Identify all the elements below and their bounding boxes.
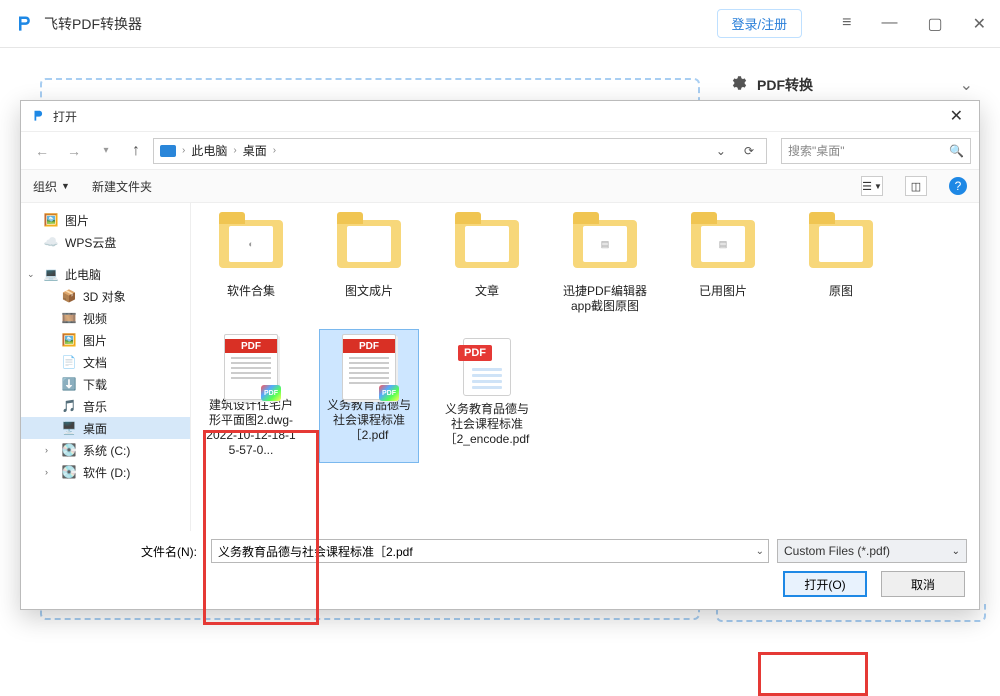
right-panel-header[interactable]: PDF转换 ⌄ bbox=[716, 65, 986, 105]
tree-drive-d[interactable]: ›💽软件 (D:) bbox=[21, 461, 190, 483]
drive-icon: 💽 bbox=[61, 443, 77, 457]
dropdown-icon[interactable]: ⌄ bbox=[952, 546, 960, 557]
image-icon: 🖼️ bbox=[43, 213, 59, 227]
pc-icon bbox=[160, 145, 176, 157]
folder-item[interactable]: 图文成片 bbox=[319, 207, 419, 319]
right-panel-title: PDF转换 bbox=[757, 75, 950, 95]
folder-item[interactable]: 原图 bbox=[791, 207, 891, 319]
dialog-app-icon bbox=[31, 108, 47, 124]
tree-wps[interactable]: ☁️WPS云盘 bbox=[21, 231, 190, 253]
app-title: 飞转PDF转换器 bbox=[44, 14, 142, 34]
dropdown-icon[interactable]: ⌄ bbox=[756, 546, 764, 557]
filename-input[interactable]: 义务教育品德与社会课程标准［2.pdf ⌄ bbox=[211, 539, 769, 563]
nav-back-icon[interactable]: ← bbox=[29, 138, 55, 164]
dialog-nav: ← → ▾ ↑ › 此电脑 › 桌面 › ⌄ ⟳ 搜索"桌面" 🔍 bbox=[21, 131, 979, 169]
address-bar[interactable]: › 此电脑 › 桌面 › ⌄ ⟳ bbox=[153, 138, 767, 164]
view-mode-button[interactable]: ☰▼ bbox=[861, 176, 883, 196]
cube-icon: 📦 bbox=[61, 289, 77, 303]
dialog-footer: 文件名(N): 义务教育品德与社会课程标准［2.pdf ⌄ Custom Fil… bbox=[21, 531, 979, 609]
login-button[interactable]: 登录/注册 bbox=[717, 9, 803, 38]
cloud-icon: ☁️ bbox=[43, 235, 59, 249]
file-item-pdf[interactable]: PDF 义务教育品德与社会课程标准［2_encode.pdf bbox=[437, 329, 537, 463]
folder-item[interactable]: ▤迅捷PDF编辑器app截图原图 bbox=[555, 207, 655, 319]
tree-3d-objects[interactable]: 📦3D 对象 bbox=[21, 285, 190, 307]
maximize-icon[interactable]: ▢ bbox=[927, 14, 942, 34]
pc-icon: 💻 bbox=[43, 267, 59, 281]
preview-pane-button[interactable]: ◫ bbox=[905, 176, 927, 196]
dialog-titlebar: 打开 ✕ bbox=[21, 101, 979, 131]
chevron-down-icon: ⌄ bbox=[960, 75, 973, 95]
cancel-button[interactable]: 取消 bbox=[881, 571, 965, 597]
tree-desktop[interactable]: 🖥️桌面 bbox=[21, 417, 190, 439]
crumb-this-pc[interactable]: 此电脑 bbox=[191, 142, 227, 159]
nav-tree: 🖼️图片 ☁️WPS云盘 ⌄💻此电脑 📦3D 对象 🎞️视频 🖼️图片 📄文档 … bbox=[21, 203, 191, 531]
expand-icon[interactable]: › bbox=[45, 445, 48, 455]
search-icon: 🔍 bbox=[949, 144, 964, 158]
folder-item[interactable]: 文章 bbox=[437, 207, 537, 319]
address-dropdown-icon[interactable]: ⌄ bbox=[710, 144, 732, 158]
menu-icon[interactable]: ≡ bbox=[842, 14, 851, 34]
file-item-pdf-selected[interactable]: PDFPDF 义务教育品德与社会课程标准［2.pdf bbox=[319, 329, 419, 463]
app-titlebar: 飞转PDF转换器 登录/注册 ≡ — ▢ ✕ bbox=[0, 0, 1000, 48]
desktop-icon: 🖥️ bbox=[61, 421, 77, 435]
close-icon[interactable]: ✕ bbox=[973, 14, 986, 34]
tree-pictures[interactable]: 🖼️图片 bbox=[21, 209, 190, 231]
tree-videos[interactable]: 🎞️视频 bbox=[21, 307, 190, 329]
filename-label: 文件名(N): bbox=[33, 543, 203, 560]
nav-up-icon[interactable]: ↑ bbox=[125, 140, 147, 162]
tree-pictures2[interactable]: 🖼️图片 bbox=[21, 329, 190, 351]
document-icon: 📄 bbox=[61, 355, 77, 369]
open-dialog: 打开 ✕ ← → ▾ ↑ › 此电脑 › 桌面 › ⌄ ⟳ 搜索"桌面" 🔍 组… bbox=[20, 100, 980, 610]
dialog-close-icon[interactable]: ✕ bbox=[944, 106, 969, 126]
dialog-title: 打开 bbox=[53, 108, 77, 125]
drive-icon: 💽 bbox=[61, 465, 77, 479]
image-icon: 🖼️ bbox=[61, 333, 77, 347]
open-button[interactable]: 打开(O) bbox=[783, 571, 867, 597]
filetype-filter[interactable]: Custom Files (*.pdf) ⌄ bbox=[777, 539, 967, 563]
file-item-pdf[interactable]: PDFPDF 建筑设计住宅户形平面图2.dwg-2022-10-12-18-15… bbox=[201, 329, 301, 463]
gear-icon bbox=[729, 74, 747, 97]
tree-documents[interactable]: 📄文档 bbox=[21, 351, 190, 373]
music-icon: 🎵 bbox=[61, 399, 77, 413]
video-icon: 🎞️ bbox=[61, 311, 77, 325]
tree-music[interactable]: 🎵音乐 bbox=[21, 395, 190, 417]
nav-forward-icon[interactable]: → bbox=[61, 138, 87, 164]
tree-downloads[interactable]: ⬇️下载 bbox=[21, 373, 190, 395]
nav-recent-icon[interactable]: ▾ bbox=[93, 138, 119, 164]
search-placeholder: 搜索"桌面" bbox=[788, 142, 845, 159]
refresh-icon[interactable]: ⟳ bbox=[738, 144, 760, 158]
crumb-desktop[interactable]: 桌面 bbox=[243, 142, 267, 159]
search-input[interactable]: 搜索"桌面" 🔍 bbox=[781, 138, 971, 164]
download-icon: ⬇️ bbox=[61, 377, 77, 391]
annotation-rect bbox=[758, 652, 868, 696]
collapse-icon[interactable]: ⌄ bbox=[27, 269, 35, 280]
expand-icon[interactable]: › bbox=[45, 467, 48, 477]
folder-item[interactable]: ▤已用图片 bbox=[673, 207, 773, 319]
new-folder-button[interactable]: 新建文件夹 bbox=[92, 178, 152, 195]
help-icon[interactable]: ? bbox=[949, 177, 967, 195]
file-list[interactable]: ◐软件合集 图文成片 文章 ▤迅捷PDF编辑器app截图原图 ▤已用图片 原图 … bbox=[191, 203, 979, 531]
tree-drive-c[interactable]: ›💽系统 (C:) bbox=[21, 439, 190, 461]
dialog-toolbar: 组织▼ 新建文件夹 ☰▼ ◫ ? bbox=[21, 169, 979, 203]
tree-this-pc[interactable]: ⌄💻此电脑 bbox=[21, 263, 190, 285]
minimize-icon[interactable]: — bbox=[881, 14, 897, 34]
organize-button[interactable]: 组织▼ bbox=[33, 178, 70, 195]
app-logo-icon bbox=[14, 14, 34, 34]
folder-item[interactable]: ◐软件合集 bbox=[201, 207, 301, 319]
